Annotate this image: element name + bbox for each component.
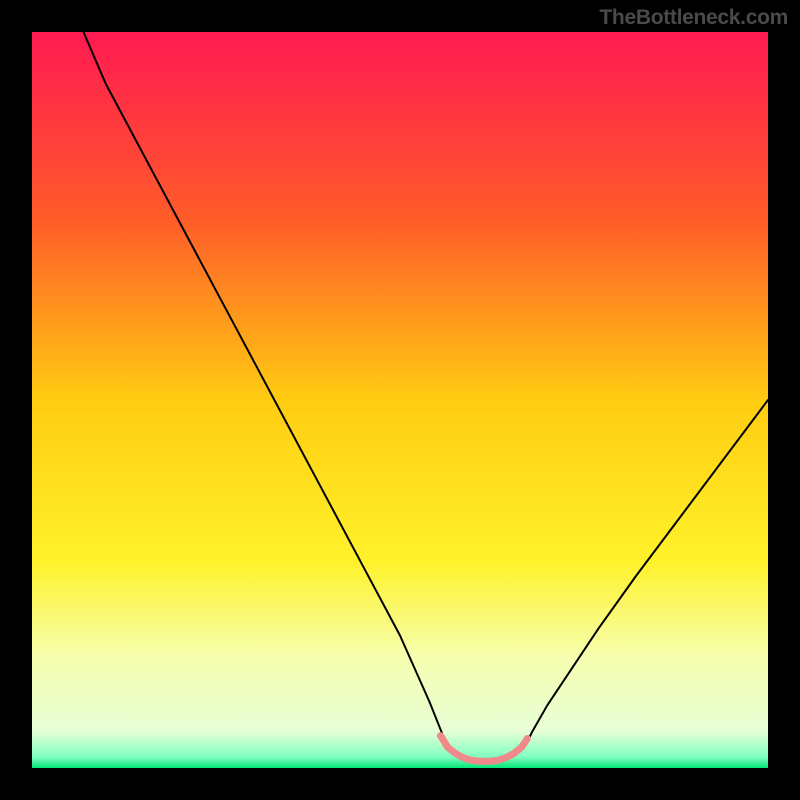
- chart-svg: [32, 32, 768, 768]
- chart-background: [32, 32, 768, 768]
- watermark-text: TheBottleneck.com: [599, 6, 788, 30]
- bottleneck-chart: [32, 32, 768, 768]
